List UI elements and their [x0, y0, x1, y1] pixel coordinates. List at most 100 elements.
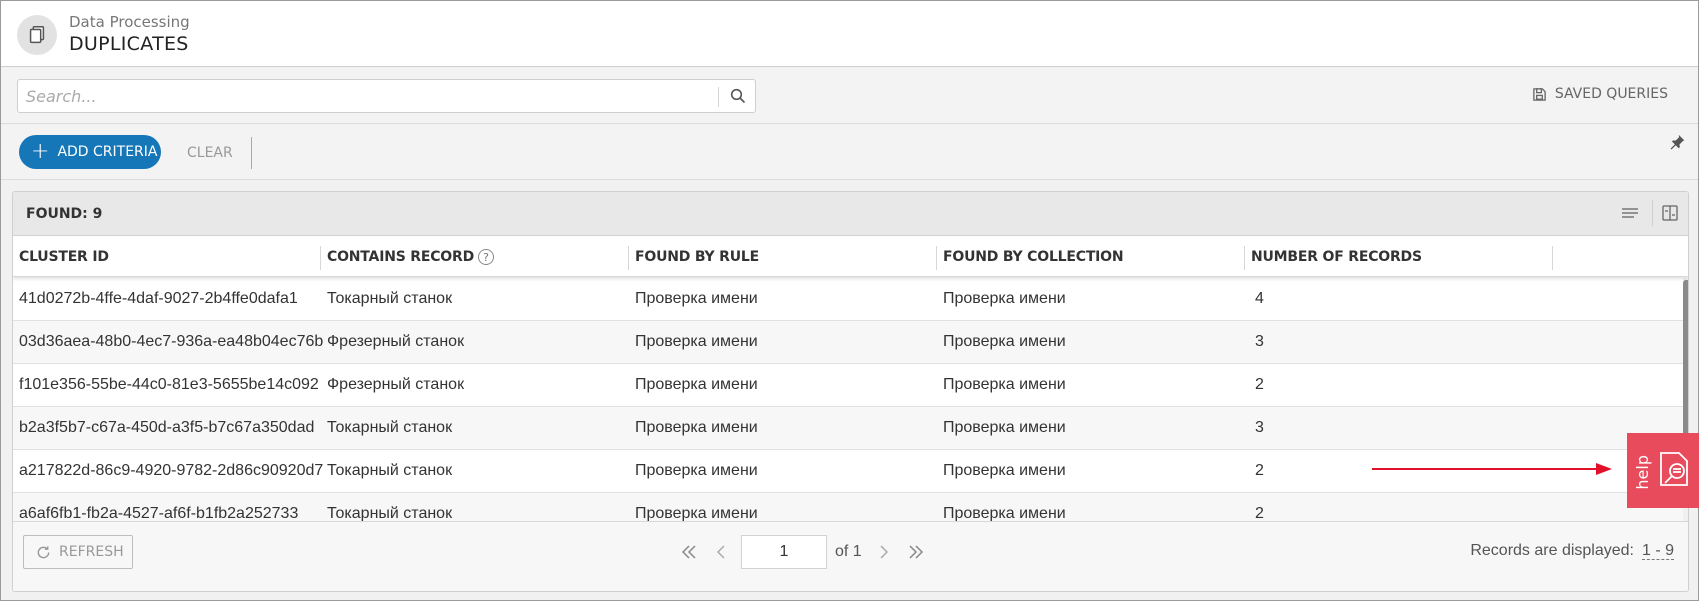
next-page-button[interactable]: [868, 535, 900, 569]
help-widget[interactable]: help: [1627, 433, 1699, 508]
pin-icon[interactable]: [1668, 133, 1686, 151]
cell-number-of-records: 2: [1255, 376, 1264, 393]
column-divider[interactable]: [1552, 246, 1553, 270]
cell-found-by-collection: Проверка имени: [943, 290, 1066, 307]
cell-found-by-collection: Проверка имени: [943, 376, 1066, 393]
table-row[interactable]: 41d0272b-4ffe-4daf-9027-2b4ffe0dafa1 Ток…: [13, 278, 1683, 321]
chevron-right-icon: [880, 545, 888, 559]
refresh-button[interactable]: REFRESH: [23, 535, 133, 569]
first-page-button[interactable]: [673, 535, 705, 569]
column-header-label: FOUND BY COLLECTION: [943, 249, 1124, 265]
cell-found-by-collection: Проверка имени: [943, 333, 1066, 350]
column-header-found-by-collection[interactable]: FOUND BY COLLECTION: [937, 237, 1244, 277]
cell-contains-record: Токарный станок: [327, 462, 453, 479]
cell-contains-record: Токарный станок: [327, 505, 453, 521]
found-count: FOUND: 9: [26, 206, 103, 222]
cell-contains-record: Фрезерный станок: [327, 333, 465, 350]
criteria-divider: [251, 137, 252, 169]
save-icon: [1533, 87, 1546, 101]
cell-number-of-records: 4: [1255, 290, 1264, 307]
saved-queries-label: SAVED QUERIES: [1554, 86, 1668, 102]
cell-number-of-records: 3: [1255, 419, 1264, 436]
cell-found-by-collection: Проверка имени: [943, 462, 1066, 479]
cell-cluster-id: b2a3f5b7-c67a-450d-a3f5-b7c67a350dad: [19, 419, 315, 436]
table-header: CLUSTER ID CONTAINS RECORD? FOUND BY RUL…: [13, 237, 1688, 277]
cell-cluster-id: a6af6fb1-fb2a-4527-af6f-b1fb2a252733: [19, 505, 299, 521]
columns-settings-icon: [1662, 205, 1678, 221]
cell-found-by-rule: Проверка имени: [635, 290, 758, 307]
search-box: [17, 79, 756, 113]
cell-contains-record: Фрезерный станок: [327, 376, 465, 393]
search-row: SAVED QUERIES: [1, 68, 1698, 124]
cell-found-by-collection: Проверка имени: [943, 505, 1066, 521]
help-label: help: [1633, 455, 1652, 490]
page-number-input[interactable]: [741, 535, 827, 569]
column-header-label: CONTAINS RECORD: [327, 249, 474, 265]
page-title: DUPLICATES: [69, 33, 189, 55]
column-header-label: NUMBER OF RECORDS: [1251, 249, 1422, 265]
prev-page-button[interactable]: [705, 535, 737, 569]
add-criteria-label: ADD CRITERIA: [57, 144, 158, 160]
column-header-label: FOUND BY RULE: [635, 249, 759, 265]
search-input[interactable]: [18, 80, 718, 112]
page-header: Data Processing DUPLICATES: [1, 1, 1698, 67]
plus-icon: +: [31, 139, 50, 164]
cell-cluster-id: a217822d-86c9-4920-9782-2d86c90920d7: [19, 462, 324, 479]
cell-found-by-rule: Проверка имени: [635, 376, 758, 393]
cell-number-of-records: 2: [1255, 462, 1264, 479]
annotation-arrow: [1372, 463, 1612, 475]
records-range[interactable]: 1 - 9: [1641, 542, 1674, 560]
cell-cluster-id: 41d0272b-4ffe-4daf-9027-2b4ffe0dafa1: [19, 290, 298, 307]
refresh-label: REFRESH: [59, 544, 124, 560]
column-header-label: CLUSTER ID: [19, 249, 109, 265]
scrollbar-thumb[interactable]: [1683, 280, 1688, 440]
table-body: 41d0272b-4ffe-4daf-9027-2b4ffe0dafa1 Ток…: [13, 278, 1683, 521]
cell-contains-record: Токарный станок: [327, 419, 453, 436]
page-total: of 1: [835, 543, 862, 560]
toolbar-divider: [1652, 200, 1653, 226]
criteria-row: + ADD CRITERIA CLEAR: [1, 125, 1698, 180]
cell-found-by-rule: Проверка имени: [635, 505, 758, 521]
lines-icon: [1622, 208, 1638, 218]
cell-found-by-rule: Проверка имени: [635, 419, 758, 436]
double-chevron-right-icon: [909, 545, 923, 559]
page-subtitle: Data Processing: [69, 13, 190, 31]
cell-cluster-id: 03d36aea-48b0-4ec7-936a-ea48b04ec76b: [19, 333, 324, 350]
results-toolbar: FOUND: 9: [13, 192, 1688, 236]
results-panel: FOUND: 9 CLUSTER ID CONTAINS RECORD ? FO…: [12, 191, 1689, 592]
document-search-icon: [1660, 452, 1688, 486]
search-icon: [730, 88, 746, 104]
table-footer: REFRESH of 1: [13, 521, 1688, 591]
search-button[interactable]: [724, 82, 752, 110]
column-header-found-by-rule[interactable]: FOUND BY RULE: [629, 237, 936, 277]
table-row[interactable]: 03d36aea-48b0-4ec7-936a-ea48b04ec76b Фре…: [13, 321, 1683, 364]
table-row[interactable]: f101e356-55be-44c0-81e3-5655be14c092 Фре…: [13, 364, 1683, 407]
cell-found-by-rule: Проверка имени: [635, 462, 758, 479]
saved-queries-button[interactable]: SAVED QUERIES: [1532, 86, 1668, 102]
records-displayed: Records are displayed: 1 - 9: [1470, 542, 1674, 560]
row-density-button[interactable]: [1619, 202, 1641, 224]
table-row[interactable]: a6af6fb1-fb2a-4527-af6f-b1fb2a252733 Ток…: [13, 493, 1683, 521]
cell-found-by-collection: Проверка имени: [943, 419, 1066, 436]
column-header-number-of-records[interactable]: NUMBER OF RECORDS: [1245, 237, 1552, 277]
records-label: Records are displayed:: [1470, 542, 1634, 559]
add-criteria-button[interactable]: + ADD CRITERIA: [19, 135, 161, 169]
question-icon[interactable]: ?: [478, 249, 494, 265]
clear-button[interactable]: CLEAR: [187, 145, 233, 161]
cell-contains-record: Токарный станок: [327, 290, 453, 307]
app-window: Data Processing DUPLICATES SAVED QUERIES: [0, 0, 1699, 601]
double-chevron-left-icon: [681, 545, 696, 559]
cell-found-by-rule: Проверка имени: [635, 333, 758, 350]
column-settings-button[interactable]: [1659, 202, 1681, 224]
last-page-button[interactable]: [900, 535, 932, 569]
search-divider: [718, 87, 719, 107]
column-header-cluster-id[interactable]: CLUSTER ID: [13, 237, 320, 277]
documents-icon: [17, 15, 57, 55]
column-header-contains-record[interactable]: CONTAINS RECORD?: [321, 237, 628, 277]
table-row[interactable]: b2a3f5b7-c67a-450d-a3f5-b7c67a350dad Ток…: [13, 407, 1683, 450]
chevron-left-icon: [716, 545, 725, 559]
cell-cluster-id: f101e356-55be-44c0-81e3-5655be14c092: [19, 376, 319, 393]
cell-number-of-records: 3: [1255, 333, 1264, 350]
pagination: of 1: [673, 535, 932, 569]
cell-number-of-records: 2: [1255, 505, 1264, 521]
